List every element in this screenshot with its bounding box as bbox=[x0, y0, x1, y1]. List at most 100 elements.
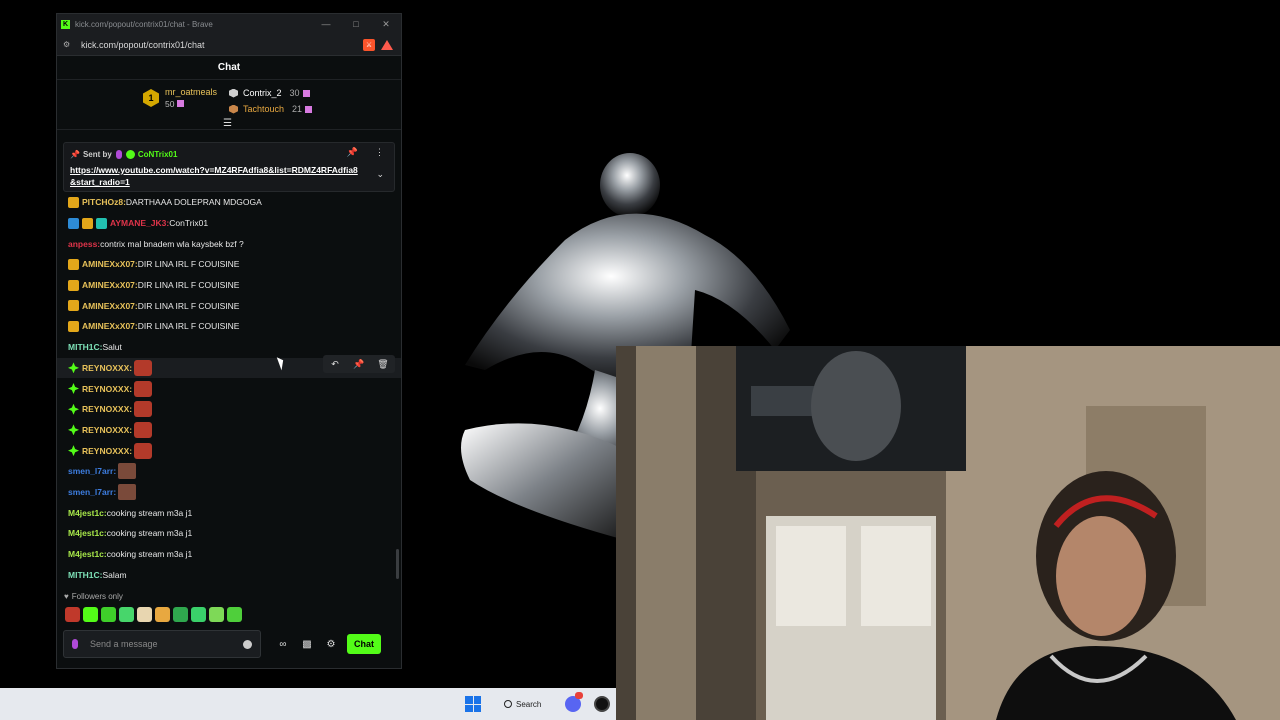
message-username[interactable]: smen_l7arr: bbox=[68, 466, 116, 476]
chat-message[interactable]: AMINEXxX07: DIR LINA IRL F COUISINE bbox=[68, 295, 401, 316]
message-text: cooking stream m3a j1 bbox=[106, 549, 193, 560]
message-username[interactable]: AMINEXxX07: bbox=[82, 259, 138, 269]
chat-message[interactable]: AMINEXxX07: DIR LINA IRL F COUISINE bbox=[68, 254, 401, 275]
message-actions: ↶ 📌 🗑 bbox=[323, 355, 395, 373]
chat-input-placeholder[interactable]: Send a message bbox=[90, 639, 243, 649]
chat-message[interactable]: M4jest1c: cooking stream m3a j1 bbox=[68, 544, 401, 565]
emote-icon bbox=[134, 380, 153, 397]
reply-icon[interactable]: ↶ bbox=[323, 355, 347, 373]
chat-input[interactable]: Send a message bbox=[63, 630, 261, 658]
message-username[interactable]: REYNOXXX: bbox=[82, 404, 132, 414]
chat-input-row: Send a message ∞ ▩ ⚙ Chat bbox=[57, 625, 401, 663]
leaderboard-third[interactable]: Tachtouch 21 bbox=[229, 101, 313, 117]
windows-start-icon[interactable] bbox=[465, 696, 481, 712]
chat-message[interactable]: REYNOXXX: bbox=[68, 399, 401, 420]
chat-message[interactable]: REYNOXXX: bbox=[68, 420, 401, 441]
message-username[interactable]: M4jest1c: bbox=[68, 528, 107, 538]
message-username[interactable]: AYMANE_JK3: bbox=[110, 218, 169, 228]
emote-icon[interactable] bbox=[227, 606, 242, 622]
taskbar: Search bbox=[0, 688, 616, 720]
window-title: kick.com/popout/contrix01/chat - Brave bbox=[75, 19, 213, 29]
message-text: DARTHAAA DOLEPRAN MDGOGA bbox=[125, 197, 262, 208]
address-bar[interactable]: ⚙ kick.com/popout/contrix01/chat ⚔ bbox=[57, 34, 401, 56]
brave-shields-icon[interactable]: ⚔ bbox=[363, 38, 375, 51]
chat-message[interactable]: AMINEXxX07: DIR LINA IRL F COUISINE bbox=[68, 275, 401, 296]
chevron-down-icon[interactable]: ⌄ bbox=[376, 169, 384, 180]
chat-message[interactable]: AMINEXxX07: DIR LINA IRL F COUISINE bbox=[68, 316, 401, 337]
green-badge-icon bbox=[68, 383, 79, 395]
github-icon[interactable] bbox=[594, 696, 610, 712]
message-username[interactable]: REYNOXXX: bbox=[82, 384, 132, 394]
verified-badge-icon bbox=[125, 149, 135, 159]
chat-scrollbar[interactable] bbox=[396, 549, 399, 579]
emote-icon[interactable] bbox=[191, 606, 206, 622]
close-icon[interactable]: ✕ bbox=[371, 19, 401, 30]
chat-message[interactable]: PITCHOz8: DARTHAAA DOLEPRAN MDGOGA bbox=[68, 192, 401, 213]
message-username[interactable]: anpess: bbox=[68, 239, 100, 249]
emote-icon[interactable] bbox=[119, 606, 134, 622]
chat-message[interactable]: anpess: contrix mal bnadem wla kaysbek b… bbox=[68, 233, 401, 254]
chat-message[interactable]: smen_l7arr: bbox=[68, 461, 401, 482]
message-username[interactable]: AMINEXxX07: bbox=[82, 301, 138, 311]
leaderboard-others: Contrix_2 30 Tachtouch 21 bbox=[229, 85, 313, 117]
unpin-icon[interactable]: 📌 bbox=[347, 147, 358, 158]
minimize-icon[interactable]: — bbox=[311, 19, 341, 29]
emote-icon[interactable] bbox=[83, 606, 98, 622]
pinned-sent-by: Sent by bbox=[82, 149, 112, 159]
green-badge-icon bbox=[68, 445, 79, 457]
emote-icon[interactable] bbox=[173, 606, 188, 622]
message-username[interactable]: MITH1C: bbox=[68, 570, 102, 580]
chat-message[interactable]: REYNOXXX: bbox=[68, 378, 401, 399]
crown-badge-icon bbox=[68, 196, 79, 208]
pinned-link[interactable]: https://www.youtube.com/watch?v=MZ4RFAdf… bbox=[70, 164, 360, 188]
message-username[interactable]: AMINEXxX07: bbox=[82, 280, 138, 290]
chat-message[interactable]: smen_l7arr: bbox=[68, 482, 401, 503]
emote-icon[interactable] bbox=[155, 606, 170, 622]
kicks-icon[interactable]: ∞ bbox=[271, 639, 295, 650]
taskbar-search-label: Search bbox=[516, 699, 542, 709]
pinned-author[interactable]: CoNTrix01 bbox=[138, 150, 178, 159]
maximize-icon[interactable]: □ bbox=[341, 19, 371, 29]
gift-leaderboard: 1 mr_oatmeals 50 Contrix_2 30 Tachtouch … bbox=[57, 80, 401, 130]
crown-badge-icon bbox=[82, 217, 93, 229]
emote-icon[interactable] bbox=[209, 606, 224, 622]
url-text[interactable]: kick.com/popout/contrix01/chat bbox=[77, 40, 363, 50]
chat-message[interactable]: MITH1C: Salam bbox=[68, 564, 401, 585]
send-chat-button[interactable]: Chat bbox=[347, 634, 381, 654]
gift-sub-icon[interactable]: ▩ bbox=[295, 639, 319, 650]
site-info-icon[interactable]: ⚙ bbox=[63, 40, 77, 49]
message-username[interactable]: REYNOXXX: bbox=[82, 446, 132, 456]
message-username[interactable]: REYNOXXX: bbox=[82, 363, 132, 373]
chat-message[interactable]: M4jest1c: cooking stream m3a j1 bbox=[68, 502, 401, 523]
crown-badge-icon bbox=[68, 258, 79, 270]
delete-icon[interactable]: 🗑 bbox=[371, 355, 395, 373]
brave-rewards-icon[interactable] bbox=[381, 39, 393, 50]
chat-message[interactable]: REYNOXXX: bbox=[68, 440, 401, 461]
emote-icon[interactable] bbox=[137, 606, 152, 622]
message-username[interactable]: AMINEXxX07: bbox=[82, 321, 138, 331]
emote-icon[interactable] bbox=[65, 606, 80, 622]
more-options-icon[interactable]: ⋮ bbox=[375, 147, 384, 158]
blue-badge-icon bbox=[68, 217, 79, 229]
title-bar: K kick.com/popout/contrix01/chat - Brave… bbox=[57, 14, 401, 34]
chat-message[interactable]: AYMANE_JK3: ConTrix01 bbox=[68, 213, 401, 234]
emote-icon[interactable] bbox=[101, 606, 116, 622]
leaderboard-first[interactable]: 1 mr_oatmeals 50 bbox=[143, 87, 217, 109]
message-text: DIR LINA IRL F COUISINE bbox=[137, 280, 240, 291]
chat-tools: ∞ ▩ ⚙ bbox=[271, 639, 343, 650]
chat-message[interactable]: M4jest1c: cooking stream m3a j1 bbox=[68, 523, 401, 544]
message-username[interactable]: REYNOXXX: bbox=[82, 425, 132, 435]
message-username[interactable]: M4jest1c: bbox=[68, 508, 107, 518]
message-username[interactable]: M4jest1c: bbox=[68, 549, 107, 559]
pin-message-icon[interactable]: 📌 bbox=[347, 355, 371, 373]
message-username[interactable]: smen_l7arr: bbox=[68, 487, 116, 497]
collapse-leaderboard-icon[interactable]: ☰ bbox=[223, 118, 232, 129]
settings-gear-icon[interactable]: ⚙ bbox=[319, 639, 343, 650]
emoji-icon[interactable] bbox=[243, 639, 252, 649]
leaderboard-third-name: Tachtouch bbox=[243, 104, 285, 114]
message-username[interactable]: PITCHOz8: bbox=[82, 197, 126, 207]
message-username[interactable]: MITH1C: bbox=[68, 342, 102, 352]
taskbar-search[interactable]: Search bbox=[496, 694, 549, 714]
leaderboard-second[interactable]: Contrix_2 30 bbox=[229, 85, 312, 101]
mic-icon[interactable] bbox=[72, 639, 78, 649]
